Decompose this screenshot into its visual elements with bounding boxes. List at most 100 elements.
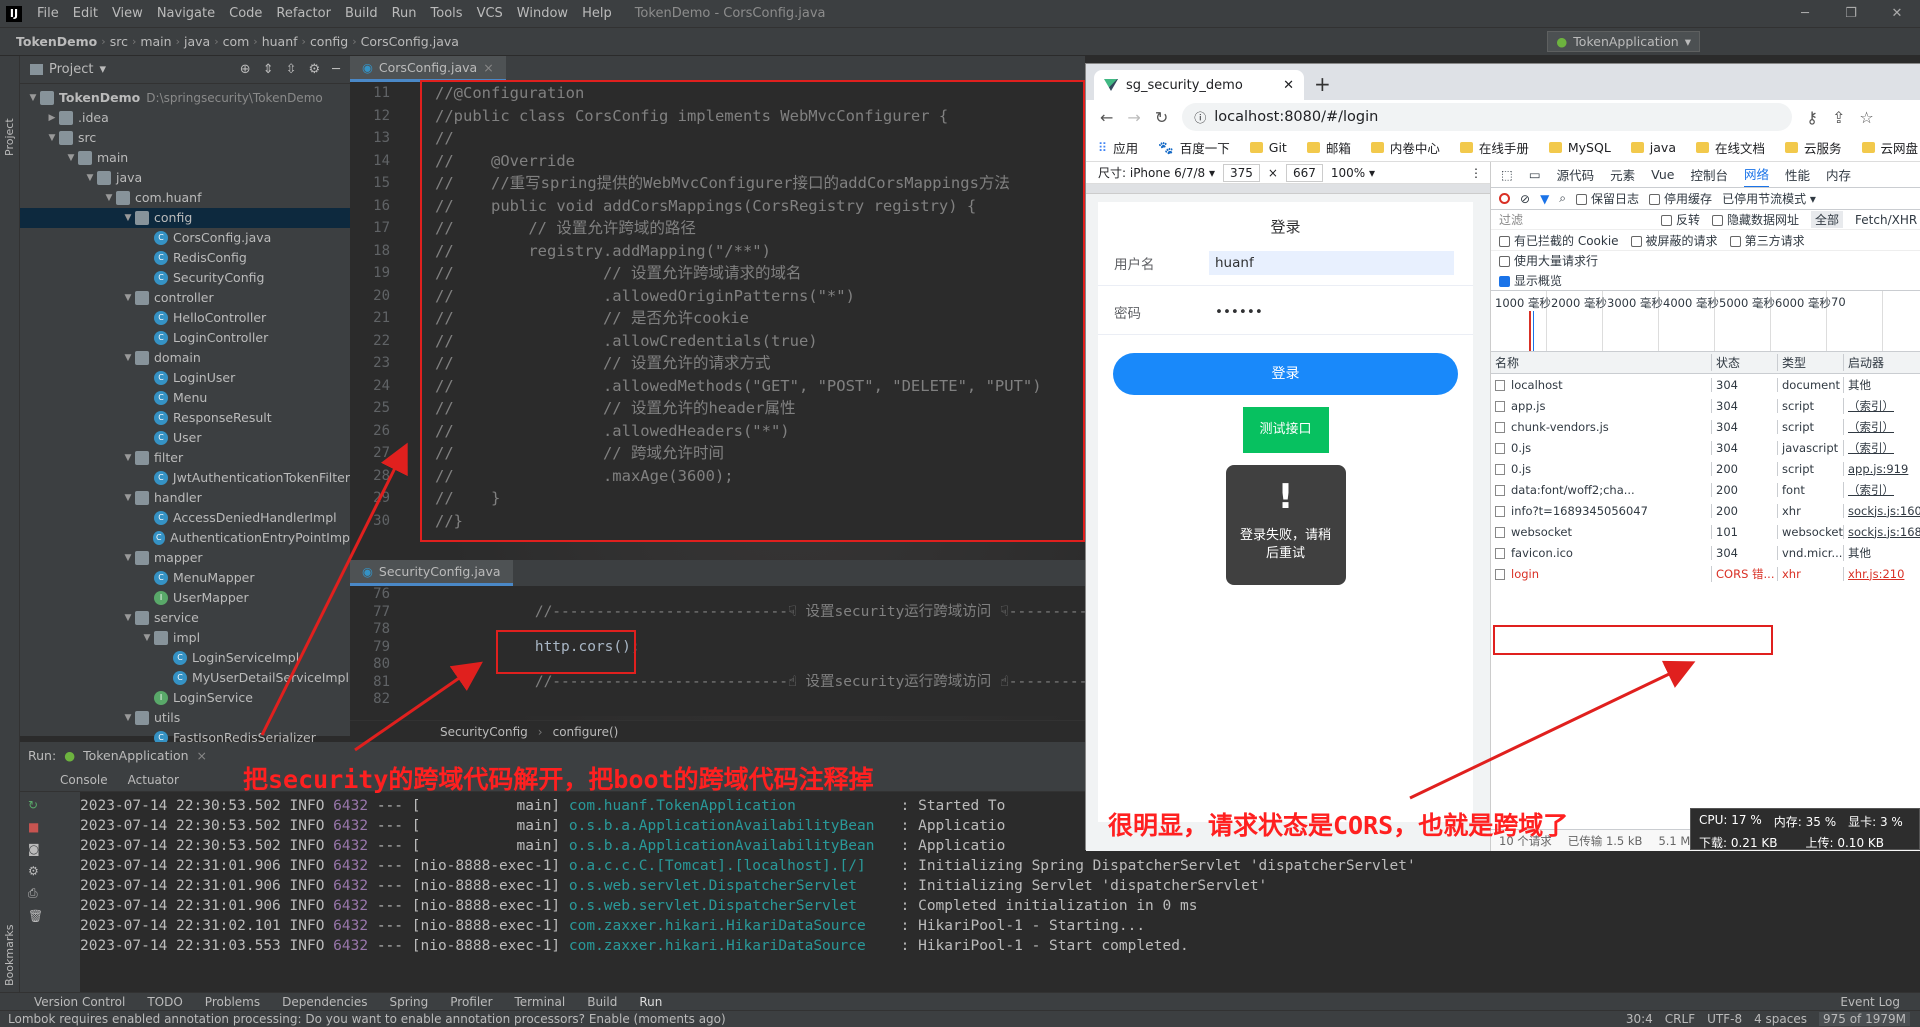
- col-initiator[interactable]: 启动器: [1843, 354, 1920, 371]
- hide-data-urls-checkbox[interactable]: 隐藏数据网址: [1712, 211, 1799, 228]
- bookmarks-tool-window-button[interactable]: Bookmarks: [3, 925, 16, 986]
- bookmark-apps[interactable]: ⠿ 应用: [1098, 138, 1138, 157]
- tree-node[interactable]: I LoginService: [20, 688, 350, 708]
- console-line[interactable]: 2023-07-14 22:31:01.906 INFO 6432 --- [n…: [80, 896, 1920, 916]
- chevron-down-icon[interactable]: ▼: [121, 208, 135, 228]
- tree-node[interactable]: ▶ .idea: [20, 108, 350, 128]
- code-line[interactable]: [465, 691, 1105, 709]
- bookmark-drive[interactable]: 云网盘: [1861, 138, 1918, 157]
- breadcrumb-file[interactable]: CorsConfig.java: [357, 34, 463, 49]
- tree-node[interactable]: C CorsConfig.java: [20, 228, 350, 248]
- chevron-down-icon[interactable]: ▼: [121, 548, 135, 568]
- breadcrumb-com[interactable]: com: [219, 34, 254, 49]
- request-initiator[interactable]: （索引）: [1843, 481, 1920, 498]
- chevron-down-icon[interactable]: ▼: [64, 148, 78, 168]
- tab-corsconfig[interactable]: ◉ CorsConfig.java ×: [350, 56, 506, 82]
- bookmark-java[interactable]: java: [1630, 140, 1676, 155]
- locate-icon[interactable]: ⊕: [240, 62, 251, 77]
- network-row[interactable]: localhost 304 document 其他: [1491, 374, 1920, 395]
- device-height-input[interactable]: 667: [1285, 163, 1323, 182]
- device-select[interactable]: 尺寸: iPhone 6/7/8 ▾: [1098, 164, 1215, 181]
- tree-node[interactable]: C MyUserDetailServiceImpl: [20, 668, 350, 688]
- filter-icon[interactable]: ▼: [1540, 192, 1549, 206]
- close-icon[interactable]: ✕: [1874, 6, 1920, 21]
- settings-icon[interactable]: ⚙: [28, 864, 80, 878]
- status-message[interactable]: Lombok requires enabled annotation proce…: [8, 1012, 726, 1026]
- line-separator[interactable]: CRLF: [1665, 1012, 1695, 1026]
- breadcrumb-main[interactable]: main: [136, 34, 175, 49]
- tree-node[interactable]: C AccessDeniedHandlerImpl: [20, 508, 350, 528]
- chevron-down-icon[interactable]: ▼: [102, 188, 116, 208]
- terminal-button[interactable]: Terminal: [515, 995, 566, 1009]
- show-overview-checkbox[interactable]: 显示概览: [1499, 272, 1562, 289]
- test-api-button[interactable]: 测试接口: [1242, 407, 1329, 453]
- tree-node[interactable]: ▼ java: [20, 168, 350, 188]
- camera-icon[interactable]: ◙: [28, 842, 80, 856]
- throttling-select[interactable]: 已停用节流模式 ▾: [1722, 190, 1816, 207]
- tree-node[interactable]: C User: [20, 428, 350, 448]
- menu-vcs[interactable]: VCS: [470, 6, 510, 21]
- tree-node[interactable]: C ResponseResult: [20, 408, 350, 428]
- device-width-input[interactable]: 375: [1223, 163, 1260, 182]
- code-line[interactable]: //---------------------------☝ 设置securit…: [465, 674, 1105, 692]
- version-control-button[interactable]: Version Control: [34, 995, 125, 1009]
- tab-actuator[interactable]: Actuator: [128, 773, 179, 787]
- tree-node[interactable]: ▼ controller: [20, 288, 350, 308]
- inspect-icon[interactable]: ⬚: [1501, 167, 1513, 182]
- chevron-right-icon[interactable]: ▶: [45, 108, 59, 128]
- project-tool-window-button[interactable]: Project: [3, 118, 16, 156]
- code-line[interactable]: //---------------------------☟ 设置securit…: [465, 604, 1105, 622]
- chevron-down-icon[interactable]: ▼: [121, 348, 135, 368]
- code-line[interactable]: [465, 586, 1105, 604]
- tree-node[interactable]: ▼ com.huanf: [20, 188, 350, 208]
- close-icon[interactable]: ×: [197, 748, 207, 763]
- network-row[interactable]: websocket101websocketsockjs.js:1687: [1491, 521, 1920, 542]
- menu-window[interactable]: Window: [510, 6, 575, 21]
- tree-node[interactable]: ▼ impl: [20, 628, 350, 648]
- share-icon[interactable]: ⇪: [1832, 108, 1845, 127]
- chevron-down-icon[interactable]: ▼: [121, 288, 135, 308]
- tab-sources[interactable]: 源代码: [1557, 165, 1595, 184]
- search-icon[interactable]: ⌕: [1559, 191, 1566, 206]
- browser-tab[interactable]: sg_security_demo ✕: [1094, 70, 1304, 100]
- breadcrumb-class[interactable]: SecurityConfig: [440, 725, 528, 739]
- close-tab-icon[interactable]: ✕: [1283, 78, 1294, 93]
- network-row[interactable]: 0.js 304 javascript （索引）: [1491, 437, 1920, 458]
- menu-view[interactable]: View: [105, 6, 150, 21]
- menu-help[interactable]: Help: [575, 6, 619, 21]
- tab-network[interactable]: 网络: [1744, 162, 1770, 187]
- key-icon[interactable]: ⚷: [1806, 108, 1818, 127]
- blocked-requests-checkbox[interactable]: 被屏蔽的请求: [1630, 232, 1718, 249]
- event-log-button[interactable]: Event Log: [1840, 995, 1920, 1009]
- tree-node[interactable]: ▼ main: [20, 148, 350, 168]
- request-initiator[interactable]: （索引）: [1843, 397, 1920, 414]
- chevron-down-icon[interactable]: ▼: [45, 128, 59, 148]
- breadcrumb-java[interactable]: java: [180, 34, 214, 49]
- trash-icon[interactable]: 🗑: [28, 909, 80, 923]
- stop-icon[interactable]: ■: [28, 820, 80, 834]
- close-tab-icon[interactable]: ×: [483, 60, 493, 75]
- menu-code[interactable]: Code: [222, 6, 269, 21]
- bookmark-cloud[interactable]: 云服务: [1785, 138, 1842, 157]
- tab-memory[interactable]: 内存: [1826, 165, 1851, 184]
- filter-all[interactable]: 全部: [1811, 211, 1844, 228]
- request-initiator[interactable]: sockjs.js:1609: [1843, 503, 1920, 518]
- col-status[interactable]: 状态: [1711, 354, 1777, 371]
- memory-indicator[interactable]: 975 of 1979M: [1819, 1012, 1910, 1026]
- menu-edit[interactable]: Edit: [66, 6, 105, 21]
- chevron-down-icon[interactable]: ▼: [121, 708, 135, 728]
- device-toggle-icon[interactable]: ▭: [1529, 167, 1541, 182]
- menu-build[interactable]: Build: [338, 6, 385, 21]
- tree-node[interactable]: C LoginUser: [20, 368, 350, 388]
- record-icon[interactable]: [1499, 193, 1510, 204]
- reload-icon[interactable]: ↻: [1155, 108, 1168, 127]
- menu-tools[interactable]: Tools: [424, 6, 470, 21]
- collapse-all-icon[interactable]: ⇳: [286, 62, 297, 77]
- address-bar[interactable]: ⓘ localhost:8080/#/login: [1182, 103, 1793, 131]
- chevron-down-icon[interactable]: ▼: [26, 88, 40, 108]
- bookmark-mail[interactable]: 邮箱: [1306, 138, 1351, 157]
- profiler-button[interactable]: Profiler: [450, 995, 492, 1009]
- tree-node[interactable]: C MenuMapper: [20, 568, 350, 588]
- indent-setting[interactable]: 4 spaces: [1754, 1012, 1807, 1026]
- tree-node[interactable]: C LoginServiceImpl: [20, 648, 350, 668]
